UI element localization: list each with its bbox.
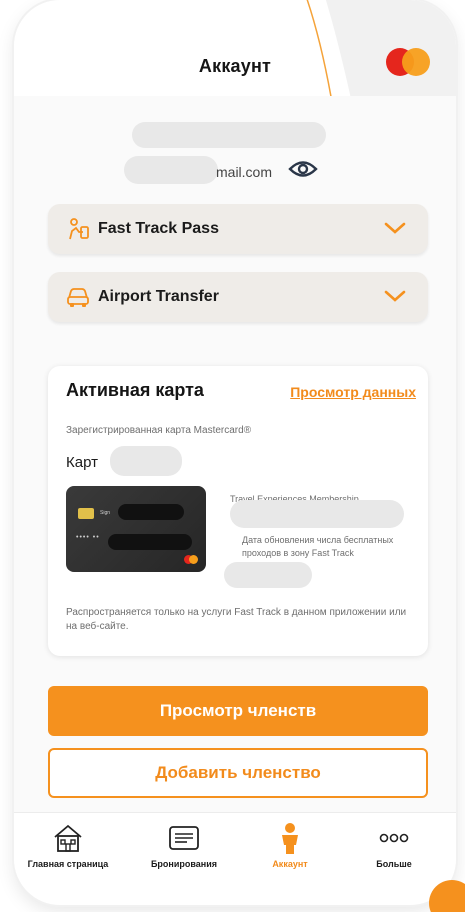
phone-frame: Аккаунт mail.com Fast Track Pass Airport [14,0,456,905]
accordion-label: Fast Track Pass [98,220,219,237]
view-details-link[interactable]: Просмотр данных [290,384,416,400]
tab-label: Главная страница [27,859,109,869]
card-chip [78,508,94,519]
user-email-redacted [124,156,218,184]
chevron-down-icon[interactable] [384,288,406,304]
tab-label: Бронирования [150,859,218,869]
tab-account[interactable]: Аккаунт [240,821,340,881]
mastercard-logo-icon [386,48,432,78]
accordion-fast-track[interactable]: Fast Track Pass [48,204,428,254]
add-membership-button[interactable]: Добавить членство [48,748,428,798]
tab-label: Больше [376,859,412,869]
footnote: Распространяется только на услуги Fast T… [66,607,407,632]
email-suffix: mail.com [216,164,273,180]
tab-label: Аккаунт [272,859,308,869]
accordion-airport-transfer[interactable]: Airport Transfer [48,272,428,322]
home-icon [54,824,82,852]
mastercard-card-image: Sign •••• •• [66,486,206,572]
card-number-redacted [110,446,182,476]
user-name-redacted [132,122,326,148]
tab-home[interactable]: Главная страница [18,821,118,881]
card-redaction [118,504,184,520]
tab-more[interactable]: Больше [344,821,444,881]
bottom-tab-bar: Главная страница Бронирования Аккаунт Бо… [14,812,456,905]
card-redaction [108,534,192,550]
membership-redacted [230,500,404,528]
view-memberships-button[interactable]: Просмотр членств [48,686,428,736]
card-holder-mini: Sign [100,510,111,516]
account-person-icon [282,823,298,854]
accordion-label: Airport Transfer [98,288,219,305]
active-card-panel: Активная карта Просмотр данных Зарегистр… [48,366,428,656]
chevron-down-icon[interactable] [384,220,406,236]
update-note: Дата обновления числа бесплатных проходо… [242,535,394,558]
eye-icon[interactable] [288,158,318,180]
update-date-redacted [224,562,312,588]
more-dots-icon [379,833,409,843]
app-header: Аккаунт [14,0,456,96]
ticket-icon [169,826,199,850]
mastercard-mini-icon [184,555,198,564]
fast-track-icon [69,218,89,240]
car-icon [67,288,89,307]
registered-card-text: Зарегистрированная карта Mastercard® [66,425,252,436]
tab-bookings[interactable]: Бронирования [134,821,234,881]
active-card-title: Активная карта [66,380,204,400]
card-number-dots: •••• •• [76,534,100,541]
card-number-label: Карт [66,454,98,471]
